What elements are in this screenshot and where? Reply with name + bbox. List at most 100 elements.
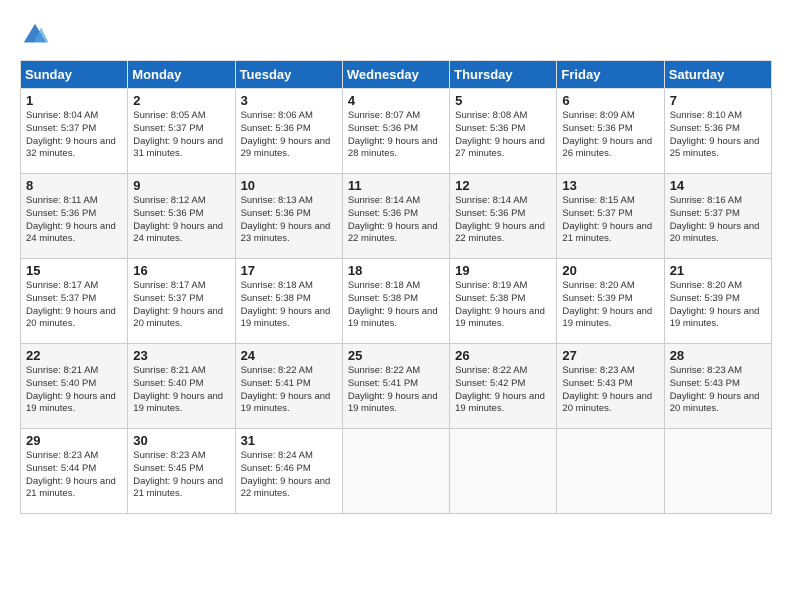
calendar-table: SundayMondayTuesdayWednesdayThursdayFrid…	[20, 60, 772, 514]
day-number: 4	[348, 93, 444, 108]
day-number: 26	[455, 348, 551, 363]
cell-content: Sunrise: 8:14 AM Sunset: 5:36 PM Dayligh…	[348, 195, 444, 246]
cell-content: Sunrise: 8:20 AM Sunset: 5:39 PM Dayligh…	[562, 280, 658, 331]
day-number: 20	[562, 263, 658, 278]
day-number: 9	[133, 178, 229, 193]
cell-content: Sunrise: 8:08 AM Sunset: 5:36 PM Dayligh…	[455, 110, 551, 161]
calendar-cell: 7 Sunrise: 8:10 AM Sunset: 5:36 PM Dayli…	[664, 89, 771, 174]
cell-content: Sunrise: 8:22 AM Sunset: 5:41 PM Dayligh…	[241, 365, 337, 416]
calendar-cell: 15 Sunrise: 8:17 AM Sunset: 5:37 PM Dayl…	[21, 259, 128, 344]
calendar-cell	[557, 429, 664, 514]
calendar-week-row: 15 Sunrise: 8:17 AM Sunset: 5:37 PM Dayl…	[21, 259, 772, 344]
cell-content: Sunrise: 8:23 AM Sunset: 5:44 PM Dayligh…	[26, 450, 122, 501]
day-number: 24	[241, 348, 337, 363]
cell-content: Sunrise: 8:13 AM Sunset: 5:36 PM Dayligh…	[241, 195, 337, 246]
calendar-cell: 22 Sunrise: 8:21 AM Sunset: 5:40 PM Dayl…	[21, 344, 128, 429]
cell-content: Sunrise: 8:21 AM Sunset: 5:40 PM Dayligh…	[26, 365, 122, 416]
cell-content: Sunrise: 8:19 AM Sunset: 5:38 PM Dayligh…	[455, 280, 551, 331]
weekday-header-friday: Friday	[557, 61, 664, 89]
calendar-cell	[664, 429, 771, 514]
logo-icon	[20, 20, 50, 50]
day-number: 6	[562, 93, 658, 108]
cell-content: Sunrise: 8:12 AM Sunset: 5:36 PM Dayligh…	[133, 195, 229, 246]
day-number: 2	[133, 93, 229, 108]
day-number: 11	[348, 178, 444, 193]
cell-content: Sunrise: 8:17 AM Sunset: 5:37 PM Dayligh…	[133, 280, 229, 331]
cell-content: Sunrise: 8:09 AM Sunset: 5:36 PM Dayligh…	[562, 110, 658, 161]
cell-content: Sunrise: 8:05 AM Sunset: 5:37 PM Dayligh…	[133, 110, 229, 161]
calendar-cell: 17 Sunrise: 8:18 AM Sunset: 5:38 PM Dayl…	[235, 259, 342, 344]
weekday-header-tuesday: Tuesday	[235, 61, 342, 89]
calendar-cell: 4 Sunrise: 8:07 AM Sunset: 5:36 PM Dayli…	[342, 89, 449, 174]
weekday-header-saturday: Saturday	[664, 61, 771, 89]
cell-content: Sunrise: 8:06 AM Sunset: 5:36 PM Dayligh…	[241, 110, 337, 161]
day-number: 27	[562, 348, 658, 363]
day-number: 14	[670, 178, 766, 193]
calendar-cell: 5 Sunrise: 8:08 AM Sunset: 5:36 PM Dayli…	[450, 89, 557, 174]
calendar-cell: 23 Sunrise: 8:21 AM Sunset: 5:40 PM Dayl…	[128, 344, 235, 429]
calendar-week-row: 22 Sunrise: 8:21 AM Sunset: 5:40 PM Dayl…	[21, 344, 772, 429]
weekday-header-wednesday: Wednesday	[342, 61, 449, 89]
calendar-cell: 20 Sunrise: 8:20 AM Sunset: 5:39 PM Dayl…	[557, 259, 664, 344]
cell-content: Sunrise: 8:17 AM Sunset: 5:37 PM Dayligh…	[26, 280, 122, 331]
cell-content: Sunrise: 8:23 AM Sunset: 5:43 PM Dayligh…	[670, 365, 766, 416]
calendar-week-row: 29 Sunrise: 8:23 AM Sunset: 5:44 PM Dayl…	[21, 429, 772, 514]
day-number: 17	[241, 263, 337, 278]
day-number: 12	[455, 178, 551, 193]
cell-content: Sunrise: 8:07 AM Sunset: 5:36 PM Dayligh…	[348, 110, 444, 161]
calendar-cell: 10 Sunrise: 8:13 AM Sunset: 5:36 PM Dayl…	[235, 174, 342, 259]
day-number: 21	[670, 263, 766, 278]
calendar-cell: 18 Sunrise: 8:18 AM Sunset: 5:38 PM Dayl…	[342, 259, 449, 344]
cell-content: Sunrise: 8:14 AM Sunset: 5:36 PM Dayligh…	[455, 195, 551, 246]
day-number: 28	[670, 348, 766, 363]
day-number: 25	[348, 348, 444, 363]
weekday-header-monday: Monday	[128, 61, 235, 89]
cell-content: Sunrise: 8:22 AM Sunset: 5:42 PM Dayligh…	[455, 365, 551, 416]
cell-content: Sunrise: 8:18 AM Sunset: 5:38 PM Dayligh…	[348, 280, 444, 331]
cell-content: Sunrise: 8:16 AM Sunset: 5:37 PM Dayligh…	[670, 195, 766, 246]
day-number: 31	[241, 433, 337, 448]
cell-content: Sunrise: 8:04 AM Sunset: 5:37 PM Dayligh…	[26, 110, 122, 161]
cell-content: Sunrise: 8:11 AM Sunset: 5:36 PM Dayligh…	[26, 195, 122, 246]
calendar-cell: 24 Sunrise: 8:22 AM Sunset: 5:41 PM Dayl…	[235, 344, 342, 429]
day-number: 30	[133, 433, 229, 448]
day-number: 10	[241, 178, 337, 193]
cell-content: Sunrise: 8:22 AM Sunset: 5:41 PM Dayligh…	[348, 365, 444, 416]
calendar-cell: 26 Sunrise: 8:22 AM Sunset: 5:42 PM Dayl…	[450, 344, 557, 429]
day-number: 3	[241, 93, 337, 108]
calendar-cell: 6 Sunrise: 8:09 AM Sunset: 5:36 PM Dayli…	[557, 89, 664, 174]
day-number: 7	[670, 93, 766, 108]
day-number: 8	[26, 178, 122, 193]
weekday-header-sunday: Sunday	[21, 61, 128, 89]
day-number: 29	[26, 433, 122, 448]
calendar-cell: 29 Sunrise: 8:23 AM Sunset: 5:44 PM Dayl…	[21, 429, 128, 514]
calendar-cell	[450, 429, 557, 514]
calendar-week-row: 8 Sunrise: 8:11 AM Sunset: 5:36 PM Dayli…	[21, 174, 772, 259]
calendar-cell: 3 Sunrise: 8:06 AM Sunset: 5:36 PM Dayli…	[235, 89, 342, 174]
cell-content: Sunrise: 8:10 AM Sunset: 5:36 PM Dayligh…	[670, 110, 766, 161]
header	[20, 20, 772, 50]
day-number: 16	[133, 263, 229, 278]
day-number: 23	[133, 348, 229, 363]
calendar-cell: 8 Sunrise: 8:11 AM Sunset: 5:36 PM Dayli…	[21, 174, 128, 259]
logo	[20, 20, 54, 50]
calendar-cell: 11 Sunrise: 8:14 AM Sunset: 5:36 PM Dayl…	[342, 174, 449, 259]
calendar-cell: 14 Sunrise: 8:16 AM Sunset: 5:37 PM Dayl…	[664, 174, 771, 259]
calendar-cell: 27 Sunrise: 8:23 AM Sunset: 5:43 PM Dayl…	[557, 344, 664, 429]
calendar-cell: 12 Sunrise: 8:14 AM Sunset: 5:36 PM Dayl…	[450, 174, 557, 259]
calendar-cell: 25 Sunrise: 8:22 AM Sunset: 5:41 PM Dayl…	[342, 344, 449, 429]
calendar-cell: 19 Sunrise: 8:19 AM Sunset: 5:38 PM Dayl…	[450, 259, 557, 344]
calendar-cell: 9 Sunrise: 8:12 AM Sunset: 5:36 PM Dayli…	[128, 174, 235, 259]
weekday-header-row: SundayMondayTuesdayWednesdayThursdayFrid…	[21, 61, 772, 89]
calendar-cell: 16 Sunrise: 8:17 AM Sunset: 5:37 PM Dayl…	[128, 259, 235, 344]
day-number: 1	[26, 93, 122, 108]
calendar-cell: 21 Sunrise: 8:20 AM Sunset: 5:39 PM Dayl…	[664, 259, 771, 344]
day-number: 5	[455, 93, 551, 108]
weekday-header-thursday: Thursday	[450, 61, 557, 89]
cell-content: Sunrise: 8:23 AM Sunset: 5:45 PM Dayligh…	[133, 450, 229, 501]
day-number: 18	[348, 263, 444, 278]
calendar-cell: 28 Sunrise: 8:23 AM Sunset: 5:43 PM Dayl…	[664, 344, 771, 429]
day-number: 19	[455, 263, 551, 278]
cell-content: Sunrise: 8:21 AM Sunset: 5:40 PM Dayligh…	[133, 365, 229, 416]
cell-content: Sunrise: 8:23 AM Sunset: 5:43 PM Dayligh…	[562, 365, 658, 416]
